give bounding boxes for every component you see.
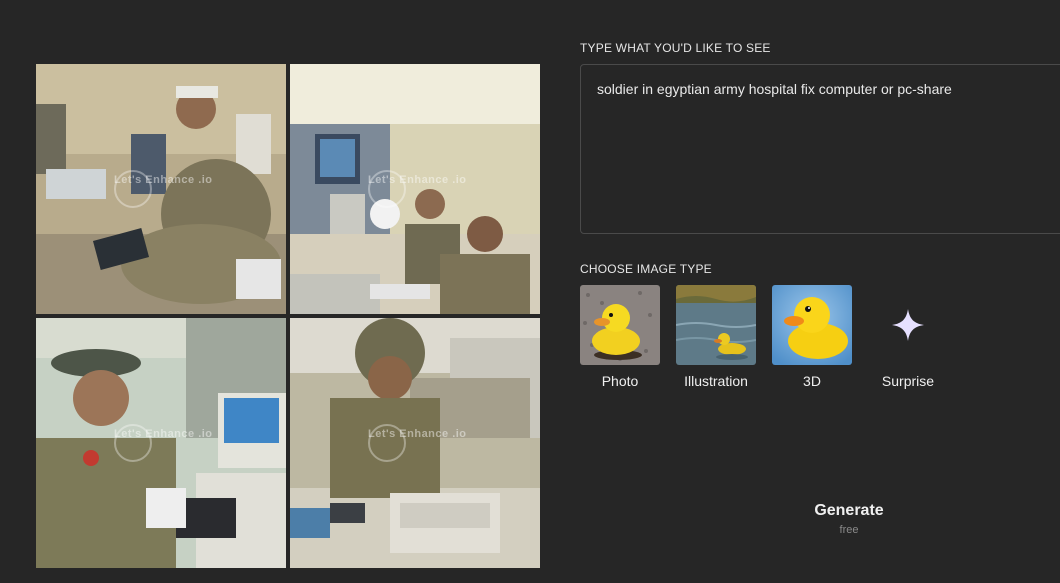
- 3d-rubber-duck-thumbnail: [772, 285, 852, 365]
- watermark-text: Let's Enhance .io: [368, 428, 467, 440]
- image-type-photo[interactable]: Photo: [580, 285, 660, 389]
- rubber-duck-on-gravel-thumbnail: [580, 285, 660, 365]
- generate-price-label: free: [839, 524, 859, 536]
- prompt-textarea[interactable]: soldier in egyptian army hospital fix co…: [580, 64, 1060, 234]
- image-type-label: CHOOSE IMAGE TYPE: [580, 262, 712, 276]
- generate-button[interactable]: Generate free: [789, 502, 909, 536]
- duck-on-water-thumbnail: [676, 285, 756, 365]
- prompt-label: TYPE WHAT YOU'D LIKE TO SEE: [580, 41, 771, 55]
- generated-image-1[interactable]: Let's Enhance .io: [36, 64, 286, 314]
- image-type-illustration[interactable]: Illustration: [676, 285, 756, 389]
- generated-image-4[interactable]: Let's Enhance .io: [290, 318, 540, 568]
- generated-image-2[interactable]: Let's Enhance .io: [290, 64, 540, 314]
- sparkle-icon: [868, 285, 948, 365]
- generated-image-4-art: [290, 318, 540, 568]
- image-type-photo-label: Photo: [601, 373, 639, 389]
- generated-image-2-art: [290, 64, 540, 314]
- generated-image-3-art: [36, 318, 286, 568]
- watermark-text: Let's Enhance .io: [114, 174, 213, 186]
- image-type-3d[interactable]: 3D: [772, 285, 852, 389]
- generated-image-3[interactable]: Let's Enhance .io: [36, 318, 286, 568]
- generate-button-label: Generate: [814, 502, 884, 519]
- image-type-surprise[interactable]: Surprise: [868, 285, 948, 389]
- image-type-surprise-label: Surprise: [881, 373, 935, 389]
- watermark-text: Let's Enhance .io: [368, 174, 467, 186]
- image-type-3d-label: 3D: [803, 373, 821, 389]
- watermark-text: Let's Enhance .io: [114, 428, 213, 440]
- generated-image-1-art: [36, 64, 286, 314]
- image-type-illustration-label: Illustration: [684, 373, 748, 389]
- generated-images-grid: Let's Enhance .io Let's Enhance .io Let'…: [36, 64, 540, 568]
